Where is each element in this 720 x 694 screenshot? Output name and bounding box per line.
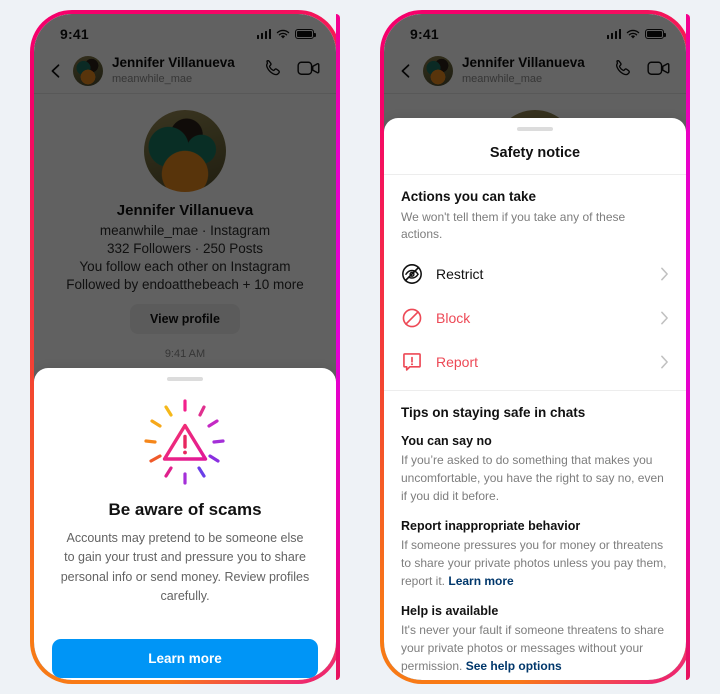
phone-right: 9:41 Jennifer Villanuev [380, 10, 690, 684]
tips-section: Tips on staying safe in chats [384, 391, 686, 420]
actions-section: Actions you can take We won't tell them … [384, 175, 686, 244]
frame-edge-right [686, 14, 690, 680]
tip-body-text: If you’re asked to do something that mak… [401, 452, 664, 503]
tip-body: If someone pressures you for money or th… [401, 536, 669, 590]
tip-item: Help is available It's never your fault … [384, 604, 686, 675]
circle-slash-icon [402, 308, 422, 328]
scam-sheet-title: Be aware of scams [108, 500, 262, 519]
phone-left-screen: 9:41 Jennifer [34, 14, 336, 680]
tip-heading: Help is available [401, 603, 499, 618]
action-row-restrict[interactable]: Restrict [384, 252, 686, 296]
actions-subtext: We won't tell them if you take any of th… [401, 210, 626, 242]
tip-heading: You can say no [401, 433, 492, 448]
tip-body-text: If someone pressures you for money or th… [401, 537, 667, 588]
actions-list: Restrict Block Report [384, 252, 686, 384]
actions-heading: Actions you can take [401, 189, 537, 204]
tip-body: It's never your fault if someone threate… [401, 621, 669, 675]
safety-notice-sheet: Safety notice Actions you can take We wo… [384, 118, 686, 680]
learn-more-button[interactable]: Learn more [52, 638, 318, 678]
safety-sheet-title: Safety notice [384, 131, 686, 175]
chevron-right-icon [661, 355, 668, 369]
tip-item: You can say no If you’re asked to do som… [384, 434, 686, 505]
scam-notice-sheet: Be aware of scams Accounts may pretend t… [34, 368, 336, 680]
eye-slash-icon [402, 263, 422, 284]
screenshot-canvas: 9:41 Jennifer [0, 0, 720, 694]
action-label: Restrict [436, 265, 484, 282]
chevron-right-icon [661, 267, 668, 281]
frame-edge-right [336, 14, 340, 680]
close-button[interactable]: Close [52, 678, 318, 681]
tip-item: Report inappropriate behavior If someone… [384, 519, 686, 590]
phone-left: 9:41 Jennifer [30, 10, 340, 684]
chevron-right-icon [661, 311, 668, 325]
tips-heading: Tips on staying safe in chats [401, 404, 586, 420]
warning-illustration [52, 381, 318, 496]
tip-heading: Report inappropriate behavior [401, 518, 581, 533]
tip-body: If you’re asked to do something that mak… [401, 451, 669, 505]
learn-more-link[interactable]: Learn more [448, 574, 513, 588]
action-row-report[interactable]: Report [384, 340, 686, 384]
scam-sheet-actions: Learn more Close [52, 625, 318, 681]
scam-sheet-body: Accounts may pretend to be someone else … [60, 531, 310, 604]
report-bubble-icon [403, 352, 421, 371]
see-help-options-link[interactable]: See help options [466, 659, 562, 673]
action-label: Report [436, 353, 479, 370]
action-row-block[interactable]: Block [384, 296, 686, 340]
phone-right-screen: 9:41 Jennifer Villanuev [384, 14, 686, 680]
action-label: Block [436, 309, 471, 326]
warning-triangle-icon [144, 399, 225, 485]
